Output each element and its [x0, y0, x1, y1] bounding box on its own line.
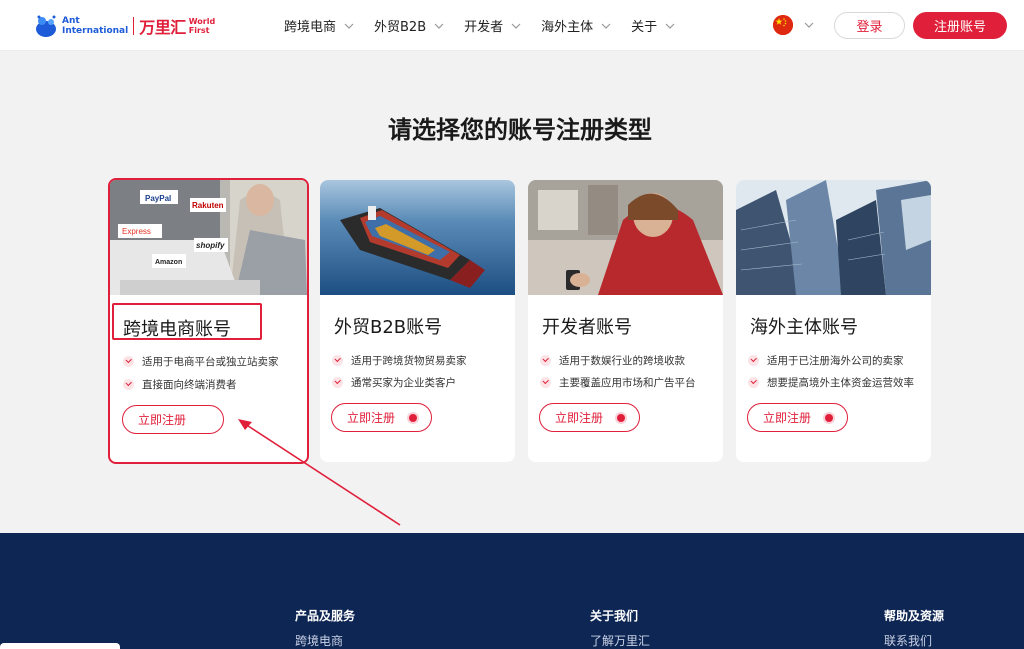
footer-link[interactable]: 了解万里汇 — [590, 632, 650, 649]
check-icon — [748, 355, 759, 366]
footer-heading: 关于我们 — [590, 609, 639, 623]
check-icon — [540, 355, 551, 366]
card-title: 海外主体账号 — [750, 317, 858, 338]
chat-widget-tab[interactable] — [0, 643, 120, 649]
rakuten-label: Rakuten — [192, 201, 224, 210]
footer-heading: 帮助及资源 — [884, 609, 945, 623]
amazon-label: Amazon — [155, 259, 182, 266]
worldfirst-en-wordmark: World First — [188, 17, 216, 35]
annotation-arrow — [238, 419, 401, 526]
footer-heading: 产品及服务 — [295, 609, 356, 623]
chevron-down-icon — [344, 23, 354, 29]
top-header: Ant International 万里汇 World First 跨境电商 外… — [0, 0, 1024, 51]
register-now-button[interactable]: 立即注册 — [122, 405, 224, 434]
feature-item: 适用于电商平台或独立站卖家 — [123, 354, 279, 369]
check-icon — [540, 377, 551, 388]
check-icon — [332, 355, 343, 366]
footer-column-about: 关于我们 了解万里汇 — [590, 607, 650, 649]
feature-item: 想要提高境外主体资金运营效率 — [748, 375, 914, 390]
card-title: 外贸B2B账号 — [334, 317, 443, 338]
check-icon — [748, 377, 759, 388]
footer-column-products: 产品及服务 跨境电商 — [295, 607, 355, 649]
check-icon — [123, 379, 134, 390]
dot-icon — [825, 414, 833, 422]
dot-icon — [617, 414, 625, 422]
check-icon — [332, 377, 343, 388]
page-title: 请选择您的账号注册类型 — [388, 116, 652, 144]
site-footer: 产品及服务 跨境电商 关于我们 了解万里汇 帮助及资源 联系我们 — [0, 533, 1024, 649]
container-ship-image — [320, 180, 515, 295]
footer-link[interactable]: 联系我们 — [884, 632, 944, 649]
check-icon — [123, 356, 134, 367]
phone-user-image — [528, 180, 723, 295]
language-chevron-down-icon[interactable] — [804, 20, 814, 30]
nav-item-about[interactable]: 关于 — [631, 16, 675, 35]
logo-divider — [133, 17, 135, 35]
ecommerce-laptop-image: PayPal Rakuten Express shopify Amazon — [110, 180, 307, 295]
footer-column-help: 帮助及资源 联系我们 — [884, 607, 944, 649]
annotation-highlight-box — [112, 303, 262, 340]
feature-item: 适用于已注册海外公司的卖家 — [748, 353, 904, 368]
main-nav: 跨境电商 外贸B2B 开发者 海外主体 关于 — [284, 0, 695, 51]
nav-item-developers[interactable]: 开发者 — [464, 16, 521, 35]
chevron-down-icon — [434, 23, 444, 29]
worldfirst-cn-wordmark: 万里汇 — [139, 18, 186, 37]
account-card-developer[interactable]: 开发者账号 适用于数娱行业的跨境收款 主要覆盖应用市场和广告平台 立即注册 — [528, 180, 723, 462]
shopify-label: shopify — [196, 241, 225, 250]
chevron-down-icon — [665, 23, 675, 29]
ant-international-wordmark: Ant International — [62, 16, 129, 36]
nav-item-overseas-entity[interactable]: 海外主体 — [541, 16, 611, 35]
nav-item-cross-border-ecommerce[interactable]: 跨境电商 — [284, 16, 354, 35]
register-account-button[interactable]: 注册账号 — [913, 12, 1007, 39]
dot-icon — [409, 414, 417, 422]
ant-logo-icon — [36, 15, 56, 37]
china-flag-icon[interactable] — [773, 15, 793, 35]
chevron-down-icon — [601, 23, 611, 29]
brand-logo[interactable]: Ant International 万里汇 World First — [33, 12, 215, 40]
account-card-overseas-entity[interactable]: 海外主体账号 适用于已注册海外公司的卖家 想要提高境外主体资金运营效率 立即注册 — [736, 180, 931, 462]
chevron-down-icon — [511, 23, 521, 29]
feature-item: 适用于跨境货物贸易卖家 — [332, 353, 467, 368]
footer-link[interactable]: 跨境电商 — [295, 632, 355, 649]
feature-item: 适用于数娱行业的跨境收款 — [540, 353, 685, 368]
register-now-button[interactable]: 立即注册 — [539, 403, 640, 432]
card-title: 开发者账号 — [542, 317, 632, 338]
feature-item: 通常买家为企业类客户 — [332, 375, 456, 390]
feature-item: 主要覆盖应用市场和广告平台 — [540, 375, 696, 390]
aliexpress-label: Express — [122, 227, 151, 236]
skyscrapers-image — [736, 180, 931, 295]
login-button[interactable]: 登录 — [834, 12, 905, 39]
nav-item-b2b-trade[interactable]: 外贸B2B — [374, 16, 444, 35]
register-now-button[interactable]: 立即注册 — [747, 403, 848, 432]
feature-item: 直接面向终端消费者 — [123, 377, 237, 392]
paypal-label: PayPal — [145, 194, 171, 203]
